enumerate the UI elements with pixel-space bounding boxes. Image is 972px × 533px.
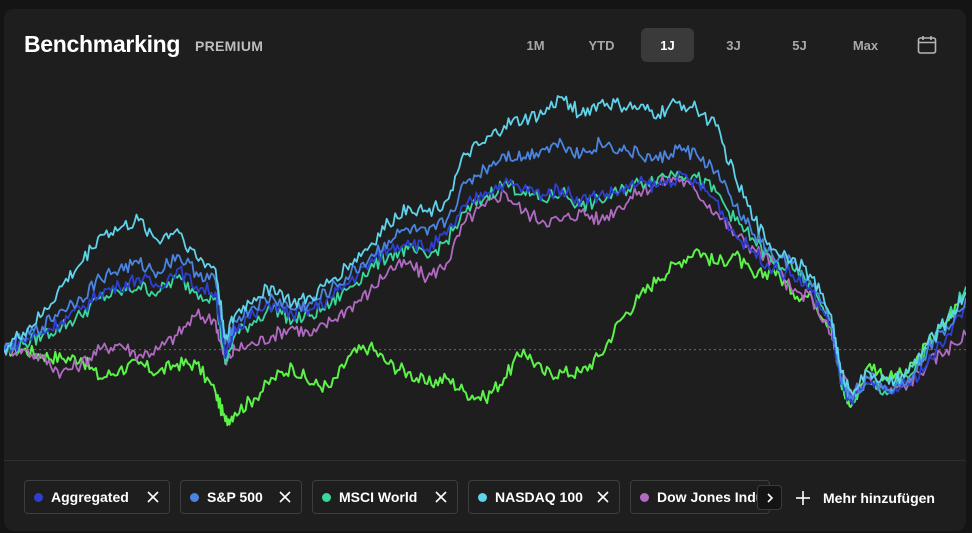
time-range-tabs: 1M YTD 1J 3J 5J Max (509, 28, 905, 62)
remove-icon[interactable] (433, 489, 449, 505)
plus-icon (796, 491, 810, 505)
legend-chip[interactable]: NASDAQ 100 (468, 480, 620, 514)
divider (4, 460, 966, 461)
range-tab-max[interactable]: Max (839, 28, 892, 62)
add-benchmark-button[interactable]: Mehr hinzufügen (794, 487, 935, 509)
legend-scroll-button[interactable] (757, 485, 782, 510)
legend-dot (640, 492, 649, 502)
legend-label: MSCI World (339, 489, 418, 505)
legend-chip[interactable]: S&P 500 (180, 480, 302, 514)
legend-dot (190, 492, 199, 502)
remove-icon[interactable] (145, 489, 161, 505)
series-line-dowjones (4, 174, 966, 395)
range-tab-1m[interactable]: 1M (509, 28, 562, 62)
legend-bar: Aggregated S&P 500 MSCI World NASDAQ 100 Dow… (24, 480, 784, 514)
chevron-right-icon (766, 492, 773, 503)
benchmark-line-chart[interactable] (4, 71, 966, 460)
legend-chip[interactable]: Aggregated (24, 480, 170, 514)
range-tab-5j[interactable]: 5J (773, 28, 826, 62)
remove-icon[interactable] (277, 489, 293, 505)
legend-label: NASDAQ 100 (495, 489, 583, 505)
premium-badge: PREMIUM (195, 38, 264, 54)
range-tab-3j[interactable]: 3J (707, 28, 760, 62)
series-line-sp500 (4, 136, 966, 401)
legend-chip[interactable]: MSCI World (312, 480, 458, 514)
legend-label: Dow Jones Indu (657, 489, 765, 505)
page-title: Benchmarking (24, 31, 181, 57)
legend-chip[interactable]: Dow Jones Indu (630, 480, 770, 514)
legend-dot (478, 492, 487, 502)
series-group (4, 95, 966, 427)
add-benchmark-label: Mehr hinzufügen (823, 490, 935, 506)
legend-label: Aggregated (51, 489, 129, 505)
legend-dot (34, 492, 43, 502)
range-tab-1j[interactable]: 1J (641, 28, 694, 62)
legend-dot (322, 492, 331, 502)
remove-icon[interactable] (595, 489, 611, 505)
calendar-icon[interactable] (915, 33, 939, 57)
legend-label: S&P 500 (207, 489, 263, 505)
benchmarking-card: Benchmarking PREMIUM 1M YTD 1J 3J 5J Max Aggr… (4, 9, 966, 531)
series-line-portfolio (4, 248, 966, 427)
range-tab-ytd[interactable]: YTD (575, 28, 628, 62)
